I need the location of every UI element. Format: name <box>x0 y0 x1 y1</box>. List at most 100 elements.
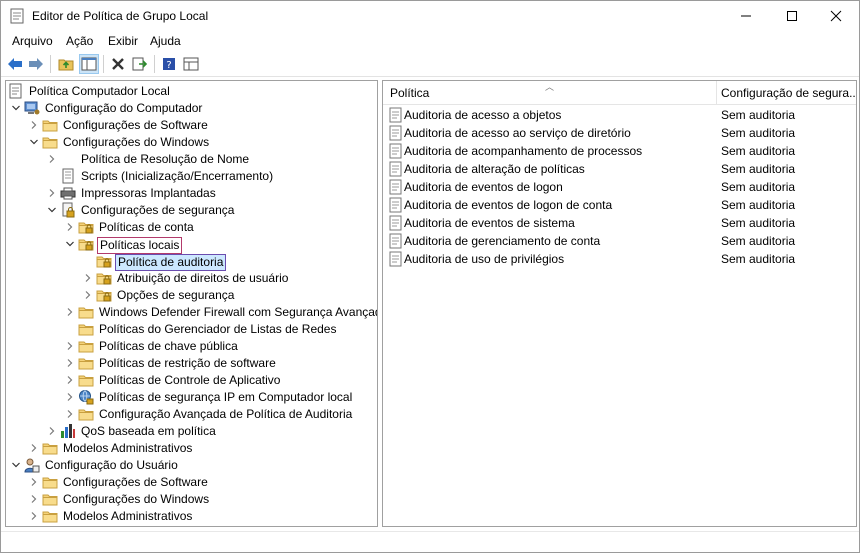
expand-chevron-icon[interactable] <box>28 475 40 489</box>
tree-item[interactable]: Windows Defender Firewall com Segurança … <box>6 304 377 321</box>
tree-item[interactable]: Scripts (Inicialização/Encerramento) <box>6 168 377 185</box>
tree-item[interactable]: Configurações do Windows <box>6 134 377 151</box>
collapse-chevron-icon[interactable] <box>10 458 22 472</box>
tree-item[interactable]: Políticas locais <box>6 236 377 254</box>
expand-chevron-icon[interactable] <box>64 339 76 353</box>
help-button[interactable]: ? <box>159 54 179 74</box>
folder-icon <box>78 372 94 388</box>
tree-item[interactable]: Políticas de Controle de Aplicativo <box>6 372 377 389</box>
policy-setting-icon <box>389 251 402 267</box>
tree-item-label: Modelos Administrativos <box>63 509 193 523</box>
expand-chevron-icon[interactable] <box>64 373 76 387</box>
tree-item[interactable]: QoS baseada em política <box>6 423 377 440</box>
tree-item[interactable]: Configurações de Software <box>6 474 377 491</box>
collapse-chevron-icon[interactable] <box>10 101 22 115</box>
tree-item-label: Configuração Avançada de Política de Aud… <box>99 407 353 421</box>
tree-item-label: Configurações de Software <box>63 475 208 489</box>
menu-arquivo[interactable]: Arquivo <box>12 34 53 48</box>
policy-row[interactable]: Auditoria de alteração de políticas Sem a… <box>383 160 856 178</box>
tree-item[interactable]: Política Computador Local <box>6 83 377 100</box>
lock-folder-icon <box>96 287 112 303</box>
tree-pane[interactable]: Política Computador Local Configuração do… <box>5 80 378 527</box>
expand-chevron-icon[interactable] <box>82 288 94 302</box>
forward-icon <box>29 58 43 70</box>
menu-ajuda[interactable]: Ajuda <box>150 34 181 48</box>
tree-item[interactable]: Política de auditoria <box>6 253 377 271</box>
tree-item[interactable]: Configuração Avançada de Política de Aud… <box>6 406 377 423</box>
gpedit-app-icon <box>10 8 24 24</box>
menu-acao[interactable]: Ação <box>66 34 93 48</box>
policy-row[interactable]: Auditoria de eventos de sistema Sem audit… <box>383 214 856 232</box>
expand-chevron-icon[interactable] <box>82 271 94 285</box>
tree-item-label: QoS baseada em política <box>81 424 216 438</box>
tree-item-label: Configuração do Usuário <box>45 458 178 472</box>
column-header-policy[interactable]: Política <box>390 86 429 100</box>
lock-folder-icon <box>96 253 112 269</box>
tree-item[interactable]: Configuração do Usuário <box>6 457 377 474</box>
tree-item[interactable]: Política de Resolução de Nome <box>6 151 377 168</box>
folder-icon <box>78 406 94 422</box>
policy-setting-icon <box>389 143 402 159</box>
expand-chevron-icon[interactable] <box>64 356 76 370</box>
tree-item[interactable]: Configuração do Computador <box>6 100 377 117</box>
menu-exibir[interactable]: Exibir <box>108 34 138 48</box>
tree-item[interactable]: Modelos Administrativos <box>6 440 377 457</box>
tree-item[interactable]: Impressoras Implantadas <box>6 185 377 202</box>
policy-name: Auditoria de gerenciamento de conta <box>404 234 601 248</box>
collapse-chevron-icon[interactable] <box>46 203 58 217</box>
properties-view-button[interactable] <box>181 54 201 74</box>
svg-text:?: ? <box>166 60 171 71</box>
list-pane[interactable]: Política ︿ Configuração de segura... Aud… <box>382 80 857 527</box>
expand-chevron-icon[interactable] <box>46 186 58 200</box>
back-button[interactable] <box>5 54 25 74</box>
expand-chevron-icon[interactable] <box>64 305 76 319</box>
expand-chevron-icon[interactable] <box>28 118 40 132</box>
title-bar[interactable]: Editor de Política de Grupo Local <box>1 1 859 31</box>
tree-item[interactable]: Modelos Administrativos <box>6 508 377 525</box>
tree-item[interactable]: Políticas do Gerenciador de Listas de Re… <box>6 321 377 338</box>
policy-row[interactable]: Auditoria de acesso ao serviço de diretó… <box>383 124 856 142</box>
close-button[interactable] <box>813 1 859 31</box>
tree-item[interactable]: Configurações do Windows <box>6 491 377 508</box>
forward-button[interactable] <box>26 54 46 74</box>
policy-row[interactable]: Auditoria de acompanhamento de processos… <box>383 142 856 160</box>
delete-button[interactable] <box>108 54 128 74</box>
tree-item-label: Políticas de segurança IP em Computador … <box>99 390 353 404</box>
expand-chevron-icon[interactable] <box>28 492 40 506</box>
expand-chevron-icon[interactable] <box>64 220 76 234</box>
tree-item[interactable]: Políticas de conta <box>6 219 377 236</box>
user-icon <box>24 457 40 473</box>
expand-chevron-icon[interactable] <box>46 424 58 438</box>
collapse-chevron-icon[interactable] <box>28 135 40 149</box>
policy-setting-value: Sem auditoria <box>721 252 796 266</box>
expand-chevron-icon[interactable] <box>28 441 40 455</box>
tree-item[interactable]: Atribuição de direitos de usuário <box>6 270 377 287</box>
expand-chevron-icon[interactable] <box>64 390 76 404</box>
expand-chevron-icon[interactable] <box>46 152 58 166</box>
minimize-button[interactable] <box>723 1 769 31</box>
tree-item[interactable]: Opções de segurança <box>6 287 377 304</box>
policy-row[interactable]: Auditoria de eventos de logon de conta Se… <box>383 196 856 214</box>
expand-chevron-icon[interactable] <box>28 509 40 523</box>
column-header-setting[interactable]: Configuração de segura... <box>721 86 856 100</box>
tree-item[interactable]: Políticas de restrição de software <box>6 355 377 372</box>
policy-row[interactable]: Auditoria de eventos de logon Sem auditor… <box>383 178 856 196</box>
tree-item[interactable]: Políticas de segurança IP em Computador … <box>6 389 377 406</box>
tree-item-label: Políticas de conta <box>99 220 194 234</box>
up-folder-button[interactable] <box>56 54 76 74</box>
collapse-chevron-icon[interactable] <box>64 237 76 251</box>
tree-item-label: Configuração do Computador <box>45 101 203 115</box>
tree-item[interactable]: Configurações de Software <box>6 117 377 134</box>
export-list-button[interactable] <box>130 54 150 74</box>
policy-row[interactable]: Auditoria de uso de privilégios Sem audit… <box>383 250 856 268</box>
tree-item[interactable]: Políticas de chave pública <box>6 338 377 355</box>
show-hide-tree-button[interactable] <box>79 54 99 74</box>
tree-item[interactable]: Configurações de segurança <box>6 202 377 219</box>
expand-chevron-icon[interactable] <box>64 407 76 421</box>
tree-item-label: Políticas de chave pública <box>99 339 238 353</box>
policy-row[interactable]: Auditoria de gerenciamento de conta Sem a… <box>383 232 856 250</box>
security-icon <box>60 202 76 218</box>
policy-row[interactable]: Auditoria de acesso a objetos Sem auditor… <box>383 106 856 124</box>
show-hide-tree-icon <box>81 57 97 71</box>
maximize-button[interactable] <box>769 1 815 31</box>
